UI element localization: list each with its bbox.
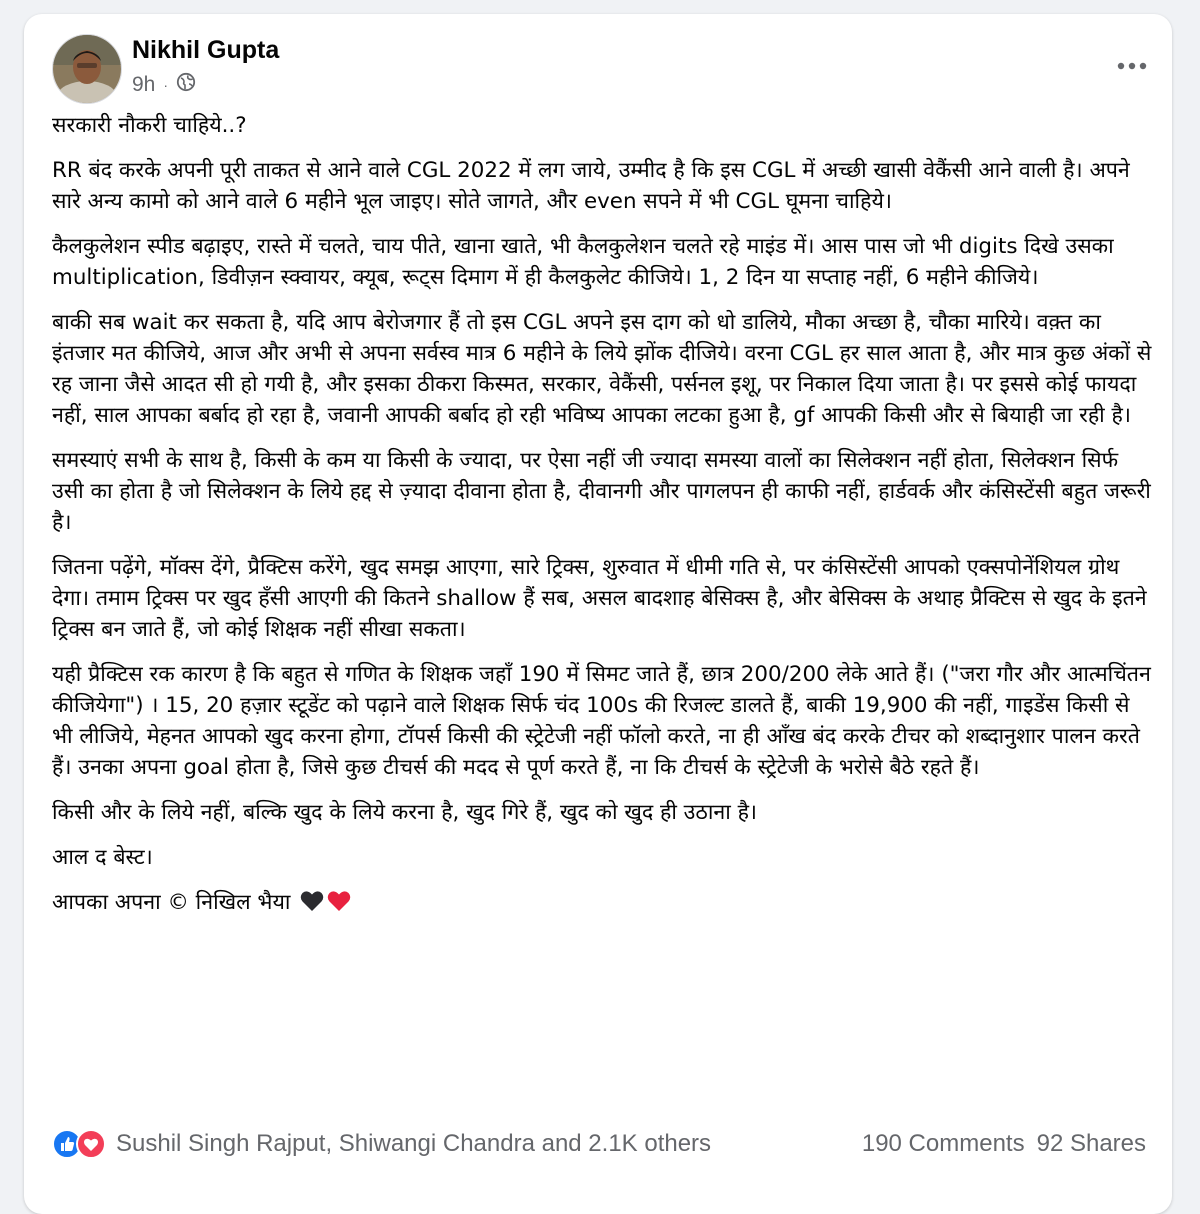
comments-count[interactable]: 190 Comments [862,1130,1025,1158]
post-paragraph: सरकारी नौकरी चाहिये..? [52,113,247,138]
author-name[interactable]: Nikhil Gupta [132,36,279,65]
more-dots-icon [1117,55,1147,74]
engagement-counts: 190 Comments 92 Shares [862,1130,1146,1158]
love-icon [76,1129,106,1159]
post-paragraph: RR बंद करके अपनी पूरी ताकत से आने वाले C… [52,158,1130,214]
post-meta: 9h · [132,72,196,98]
globe-icon [176,72,196,98]
reactions-summary[interactable]: Sushil Singh Rajput, Shiwangi Chandra an… [52,1129,711,1159]
post-signature: आपका अपना © निखिल भैया [52,887,1152,921]
shares-count[interactable]: 92 Shares [1037,1130,1146,1158]
post-card: Nikhil Gupta 9h · सरकारी नौकरी चाहिये..?… [24,14,1172,1214]
reaction-icons [52,1129,106,1159]
post-time[interactable]: 9h [132,73,155,97]
black-heart-icon [300,890,324,921]
signature-text: आपका अपना © निखिल भैया [52,890,291,915]
post-paragraph: बाकी सब wait कर सकता है, यदि आप बेरोजगार… [52,310,1152,428]
red-heart-icon [327,890,351,921]
post-paragraph: जितना पढ़ेंगे, मॉक्स देंगे, प्रैक्टिस कर… [52,555,1147,642]
separator-dot: · [163,77,169,93]
post-paragraph: आल द बेस्ट। [52,845,153,870]
author-avatar[interactable] [52,34,122,104]
post-body: सरकारी नौकरी चाहिये..? RR बंद करके अपनी … [52,110,1152,935]
more-options-button[interactable] [1110,44,1154,84]
post-paragraph: समस्याएं सभी के साथ है, किसी के कम या कि… [52,448,1151,535]
post-paragraph: कैलकुलेशन स्पीड बढ़ाइए, रास्ते में चलते,… [52,234,1114,290]
reactions-text[interactable]: Sushil Singh Rajput, Shiwangi Chandra an… [116,1130,711,1158]
post-footer: Sushil Singh Rajput, Shiwangi Chandra an… [52,1124,1146,1164]
post-paragraph: यही प्रैक्टिस रक कारण है कि बहुत से गणित… [52,662,1151,780]
post-paragraph: किसी और के लिये नहीं, बल्कि खुद के लिये … [52,800,758,825]
